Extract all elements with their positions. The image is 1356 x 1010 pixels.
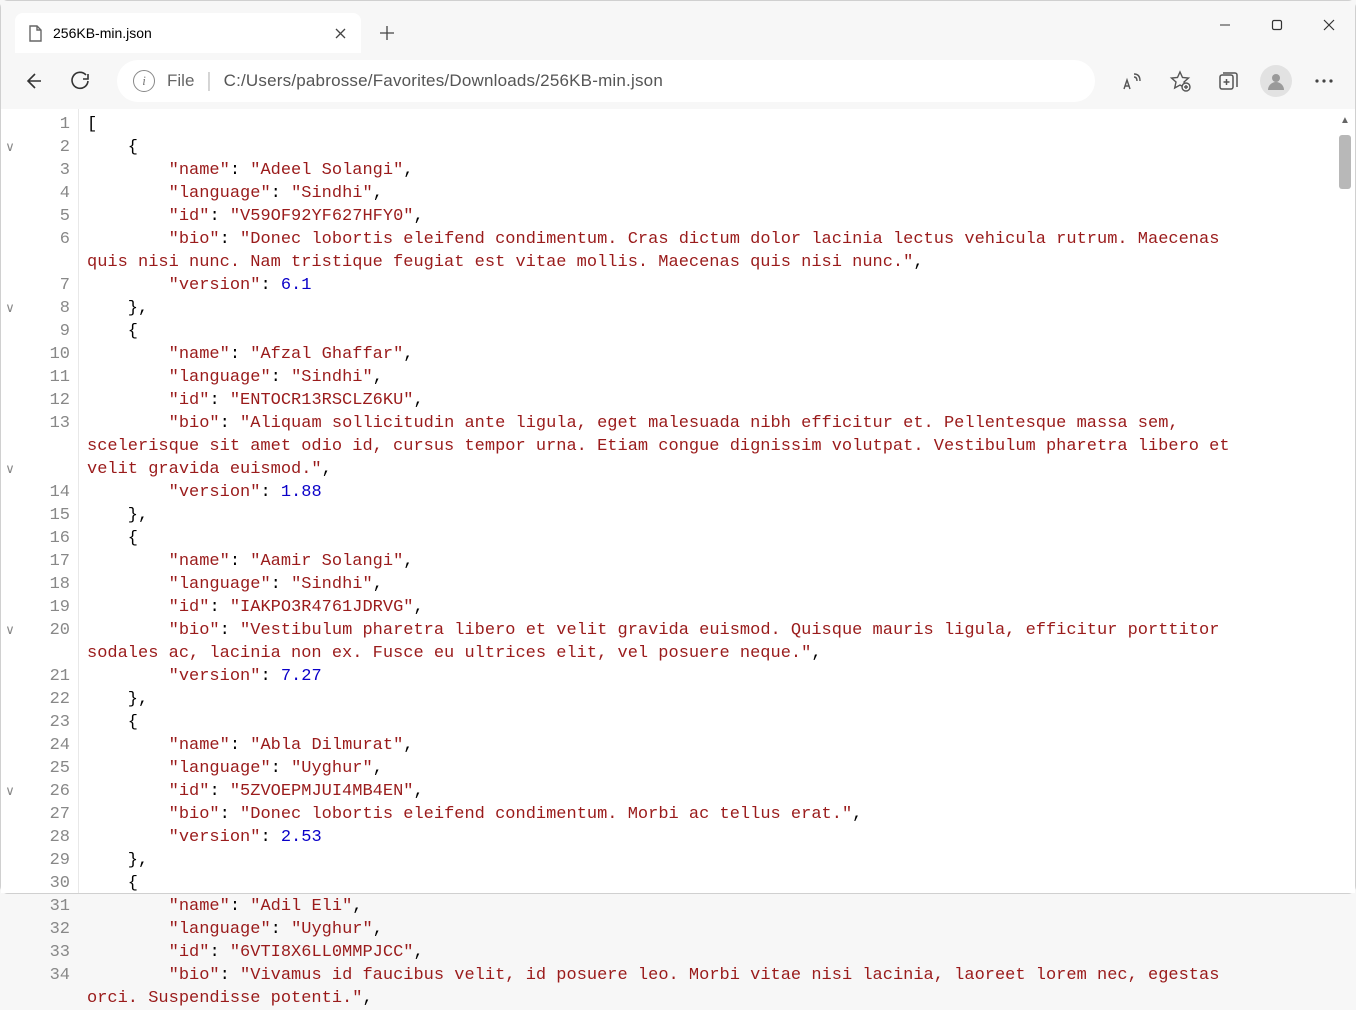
fold-toggle[interactable]: ∨	[1, 458, 19, 481]
browser-tab[interactable]: 256KB-min.json	[15, 13, 361, 53]
address-bar[interactable]: i File | C:/Users/pabrosse/Favorites/Dow…	[117, 60, 1095, 102]
close-window-button[interactable]	[1303, 5, 1355, 45]
collections-icon[interactable]	[1207, 60, 1249, 102]
tab-title: 256KB-min.json	[53, 25, 321, 41]
toolbar: i File | C:/Users/pabrosse/Favorites/Dow…	[1, 53, 1355, 109]
avatar-icon	[1260, 65, 1292, 97]
address-separator: |	[206, 70, 211, 93]
scroll-thumb[interactable]	[1339, 135, 1351, 189]
fold-gutter[interactable]: ∨ ∨ ∨ ∨ ∨	[1, 113, 19, 1010]
menu-button[interactable]	[1303, 60, 1345, 102]
favorites-icon[interactable]	[1159, 60, 1201, 102]
scroll-up-arrow[interactable]: ▲	[1338, 113, 1352, 127]
code-area[interactable]: [ { "name": "Adeel Solangi", "language":…	[79, 109, 1240, 893]
new-tab-button[interactable]	[369, 15, 405, 51]
fold-toggle[interactable]: ∨	[1, 619, 19, 642]
fold-toggle[interactable]: ∨	[1, 780, 19, 803]
minimize-button[interactable]	[1199, 5, 1251, 45]
fold-toggle[interactable]: ∨	[1, 297, 19, 320]
info-icon[interactable]: i	[133, 70, 155, 92]
read-aloud-icon[interactable]	[1111, 60, 1153, 102]
profile-button[interactable]	[1255, 60, 1297, 102]
address-scheme-label: File	[167, 71, 194, 91]
fold-toggle[interactable]: ∨	[1, 136, 19, 159]
address-path: C:/Users/pabrosse/Favorites/Downloads/25…	[224, 71, 663, 91]
refresh-button[interactable]	[59, 60, 101, 102]
tab-close-button[interactable]	[331, 24, 349, 42]
tab-strip: 256KB-min.json	[1, 1, 1355, 53]
back-button[interactable]	[11, 60, 53, 102]
scrollbar[interactable]: ▲	[1339, 111, 1353, 895]
maximize-button[interactable]	[1251, 5, 1303, 45]
document-icon	[27, 25, 43, 41]
window-controls	[1199, 1, 1355, 49]
json-viewer: ∨∨∨∨∨ 123456 78910111213 14151617181920 …	[1, 109, 1355, 893]
